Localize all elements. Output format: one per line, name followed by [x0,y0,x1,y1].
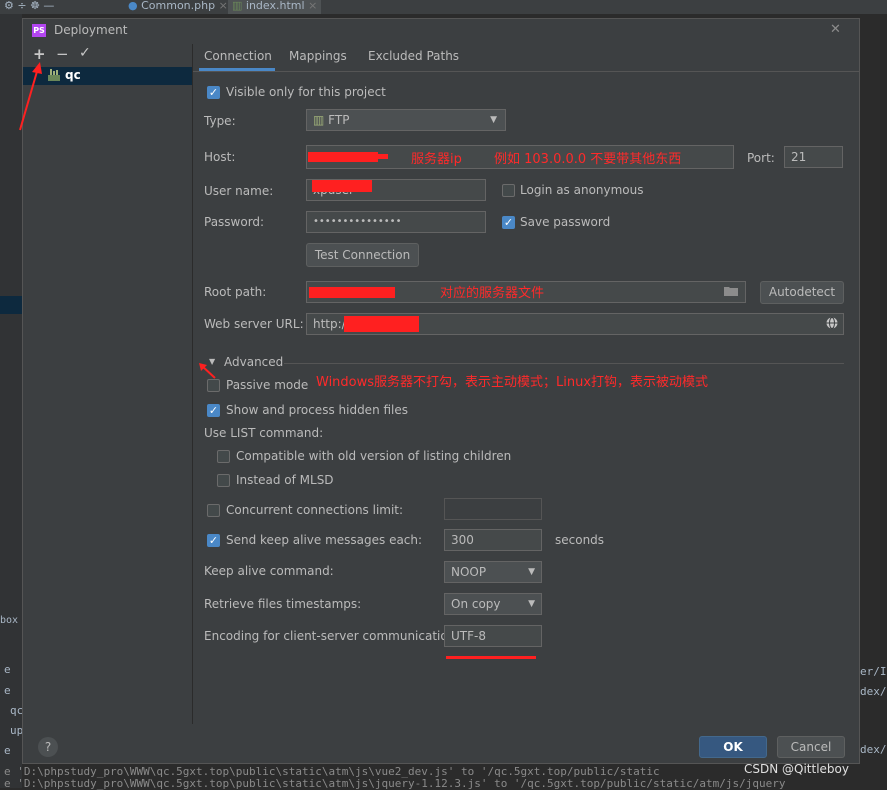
folder-icon[interactable] [724,285,738,296]
root-path-label: Root path: [204,285,267,299]
ide-fragment: box [0,615,19,626]
chevron-down-icon: ▼ [490,115,497,125]
show-hidden-label: Show and process hidden files [226,403,409,417]
remove-icon[interactable]: − [56,45,69,63]
host-label: Host: [204,150,236,164]
keep-alive-input[interactable]: 300 [444,529,542,551]
web-url-label: Web server URL: [204,317,304,331]
tab-mappings[interactable]: Mappings [289,49,347,63]
close-icon[interactable]: ✕ [830,22,841,37]
ide-selected-row [0,296,22,314]
cancel-button[interactable]: Cancel [777,736,845,758]
ide-tab-common[interactable]: ● Common.php × [124,0,232,14]
ide-tab-index[interactable]: ▥ index.html × [228,0,322,14]
visible-only-label: Visible only for this project [226,85,386,99]
instead-mlsd-label: Instead of MLSD [236,473,334,487]
advanced-section-title[interactable]: Advanced [224,355,283,369]
ide-toolbar-icons: ⚙ ÷ ☸ — [4,0,55,12]
ide-fragment: dex/ [860,743,887,756]
redacted-web-url [344,316,419,332]
ftp-server-icon [47,69,61,81]
show-hidden-checkbox[interactable]: ✓ [207,404,220,417]
ide-fragment: e [4,744,11,757]
retrieve-timestamps-select[interactable]: On copy ▼ [444,593,542,615]
keep-alive-label: Send keep alive messages each: [226,533,423,547]
annotation-underline [446,656,536,659]
type-select[interactable]: ▥ FTP ▼ [306,109,506,131]
ide-fragment: e [4,663,11,676]
port-input[interactable]: 21 [784,146,843,168]
redacted-root-path [309,287,395,298]
tab-excluded-paths[interactable]: Excluded Paths [368,49,459,63]
tab-divider [193,71,859,72]
seconds-label: seconds [555,533,605,547]
dialog-titlebar[interactable] [22,18,860,44]
redacted-host-tail [376,154,388,159]
login-anonymous-checkbox[interactable] [502,184,515,197]
phpstorm-logo-icon: PS [32,24,46,37]
annotation-root-note: 对应的服务器文件 [440,286,545,301]
autodetect-button[interactable]: Autodetect [760,281,844,304]
username-label: User name: [204,184,274,198]
server-list-panel [23,44,193,724]
port-label: Port: [747,151,775,165]
passive-mode-label: Passive mode [226,378,309,392]
instead-mlsd-checkbox[interactable] [217,474,230,487]
password-label: Password: [204,215,265,229]
concurrent-limit-checkbox[interactable] [207,504,220,517]
ide-console-line: e 'D:\phpstudy_pro\WWW\qc.5gxt.top\publi… [4,777,786,790]
help-icon[interactable]: ? [38,737,58,757]
concurrent-limit-input[interactable] [444,498,542,520]
ide-fragment: e [4,684,11,697]
keep-alive-command-select[interactable]: NOOP ▼ [444,561,542,583]
tab-connection[interactable]: Connection [204,49,272,63]
keep-alive-command-label: Keep alive command: [204,564,334,578]
dialog-title: Deployment [54,23,128,37]
server-name: qc [65,68,81,82]
use-list-label: Use LIST command: [204,426,324,440]
save-password-checkbox[interactable]: ✓ [502,216,515,229]
ftp-icon: ▥ [313,113,325,127]
annotation-arrow-icon [19,62,42,131]
type-label: Type: [204,114,236,128]
check-icon[interactable]: ✓ [79,45,91,61]
concurrent-limit-label: Concurrent connections limit: [226,503,404,517]
ok-button[interactable]: OK [699,736,767,758]
annotation-host-example: 例如 103.0.0.0 不要带其他东西 [494,152,682,167]
chevron-down-icon: ▼ [528,567,535,577]
compat-old-label: Compatible with old version of listing c… [236,449,512,463]
annotation-passive-note: Windows服务器不打勾，表示主动模式；Linux打钩，表示被动模式 [316,375,709,390]
retrieve-timestamps-label: Retrieve files timestamps: [204,597,362,611]
watermark: CSDN @Qittleboy [744,762,849,776]
visible-only-checkbox[interactable]: ✓ [207,86,220,99]
passive-mode-checkbox[interactable] [207,379,220,392]
chevron-down-icon: ▼ [528,599,535,609]
globe-icon[interactable] [826,317,838,329]
encoding-label: Encoding for client-server communication… [204,629,460,643]
ide-fragment: er/I [860,665,887,678]
compat-old-checkbox[interactable] [217,450,230,463]
redacted-host [308,152,378,162]
advanced-divider [284,363,844,364]
save-password-label: Save password [520,215,611,229]
password-input[interactable]: ••••••••••••••• [306,211,486,233]
redacted-username [312,180,372,192]
test-connection-button[interactable]: Test Connection [306,243,419,267]
keep-alive-checkbox[interactable]: ✓ [207,534,220,547]
php-file-icon: ● [128,0,138,12]
annotation-host-note: 服务器ip [411,152,462,167]
login-anonymous-label: Login as anonymous [520,183,644,197]
html-file-icon: ▥ [232,0,243,12]
ide-fragment: dex/ [860,685,887,698]
encoding-input[interactable]: UTF-8 [444,625,542,647]
